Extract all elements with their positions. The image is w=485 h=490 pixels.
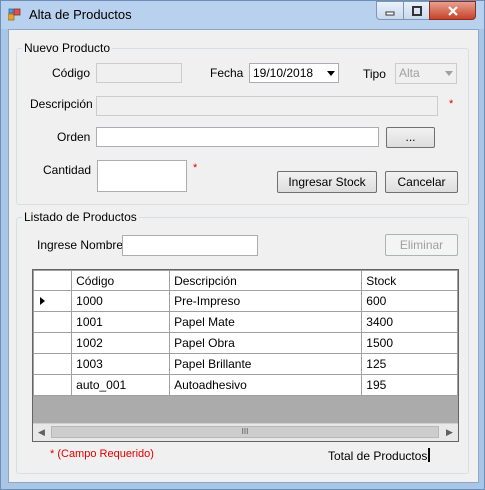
required-note: * (Campo Requerido) xyxy=(50,448,154,460)
cantidad-field[interactable] xyxy=(97,160,187,192)
cell-codigo[interactable]: 1003 xyxy=(71,353,171,375)
maximize-icon xyxy=(411,6,422,16)
cell-descripcion[interactable]: Papel Mate xyxy=(169,311,363,333)
form-client-area: Nuevo Producto Código Fecha 19/10/2018 T… xyxy=(8,29,479,483)
table-row[interactable]: 1000 Pre-Impreso 600 xyxy=(33,290,458,312)
chevron-down-icon xyxy=(445,71,453,76)
current-row-arrow-icon xyxy=(40,297,45,305)
fecha-value: 19/10/2018 xyxy=(253,66,314,80)
orden-field[interactable] xyxy=(96,127,379,147)
cell-codigo[interactable]: auto_001 xyxy=(71,374,171,396)
cell-stock[interactable]: 3400 xyxy=(361,311,458,333)
table-row[interactable]: 1001 Papel Mate 3400 xyxy=(33,311,458,333)
cell-descripcion[interactable]: Pre-Impreso xyxy=(169,290,363,312)
cell-stock[interactable]: 195 xyxy=(361,374,458,396)
maximize-button[interactable] xyxy=(403,1,430,20)
cell-stock[interactable]: 1500 xyxy=(361,332,458,354)
column-header-descripcion[interactable]: Descripción xyxy=(169,270,363,291)
ingresar-stock-button[interactable]: Ingresar Stock xyxy=(277,171,377,193)
cantidad-required-mark: * xyxy=(193,162,198,174)
productos-grid[interactable]: Código Descripción Stock 1000 Pre-Impres… xyxy=(32,269,459,442)
column-header-codigo[interactable]: Código xyxy=(71,270,171,291)
minimize-button[interactable] xyxy=(376,1,404,20)
productos-table: Código Descripción Stock 1000 Pre-Impres… xyxy=(33,270,458,396)
minimize-icon xyxy=(385,11,395,16)
nuevo-producto-legend: Nuevo Producto xyxy=(22,41,113,55)
tipo-select[interactable]: Alta xyxy=(395,63,457,84)
fecha-picker[interactable]: 19/10/2018 xyxy=(249,63,339,83)
cell-codigo[interactable]: 1000 xyxy=(71,290,171,312)
grid-header-row: Código Descripción Stock xyxy=(33,270,458,291)
table-row[interactable]: 1002 Papel Obra 1500 xyxy=(33,332,458,354)
eliminar-button[interactable]: Eliminar xyxy=(385,234,458,256)
codigo-label: Código xyxy=(52,66,91,80)
cell-stock[interactable]: 600 xyxy=(361,290,458,312)
close-button[interactable] xyxy=(429,1,476,20)
row-header[interactable] xyxy=(33,332,73,354)
cell-stock[interactable]: 125 xyxy=(361,353,458,375)
cell-descripcion[interactable]: Autoadhesivo xyxy=(169,374,363,396)
scroll-thumb[interactable]: III xyxy=(51,426,439,438)
chevron-down-icon[interactable] xyxy=(327,71,335,76)
app-icon xyxy=(8,8,21,21)
tipo-value: Alta xyxy=(399,66,420,80)
cell-descripcion[interactable]: Papel Brillante xyxy=(169,353,363,375)
row-header[interactable] xyxy=(33,311,73,333)
nombre-search-field[interactable] xyxy=(122,235,258,256)
row-header-corner xyxy=(33,270,73,291)
descripcion-required-mark: * xyxy=(449,98,454,110)
close-icon xyxy=(447,6,458,16)
total-productos-label: Total de Productos xyxy=(328,449,428,463)
row-header[interactable] xyxy=(33,353,73,375)
row-header[interactable] xyxy=(33,374,73,396)
table-row[interactable]: 1003 Papel Brillante 125 xyxy=(33,353,458,375)
total-value-cursor xyxy=(428,448,430,462)
window-title: Alta de Productos xyxy=(29,7,132,22)
nombre-label: Ingrese Nombre xyxy=(37,238,124,252)
descripcion-field[interactable] xyxy=(96,96,438,116)
cancelar-button[interactable]: Cancelar xyxy=(385,171,458,193)
tipo-label: Tipo xyxy=(363,67,386,81)
column-header-stock[interactable]: Stock xyxy=(361,270,458,291)
listado-productos-legend: Listado de Productos xyxy=(22,210,139,224)
cell-descripcion[interactable]: Papel Obra xyxy=(169,332,363,354)
scroll-left-icon[interactable]: ◀ xyxy=(33,424,50,441)
orden-browse-button[interactable]: ... xyxy=(386,127,435,148)
main-window: Alta de Productos Nuevo Producto Código … xyxy=(0,0,485,490)
cell-codigo[interactable]: 1002 xyxy=(71,332,171,354)
scroll-right-icon[interactable]: ▶ xyxy=(441,424,458,441)
descripcion-label: Descripción xyxy=(30,97,93,111)
row-header[interactable] xyxy=(33,290,73,312)
orden-label: Orden xyxy=(57,130,91,144)
fecha-label: Fecha xyxy=(210,66,244,80)
horizontal-scrollbar[interactable]: ◀ III ▶ xyxy=(33,423,458,441)
title-bar[interactable]: Alta de Productos xyxy=(1,1,484,29)
table-row[interactable]: auto_001 Autoadhesivo 195 xyxy=(33,374,458,396)
codigo-field[interactable] xyxy=(96,63,182,83)
cell-codigo[interactable]: 1001 xyxy=(71,311,171,333)
cantidad-label: Cantidad xyxy=(43,163,92,177)
